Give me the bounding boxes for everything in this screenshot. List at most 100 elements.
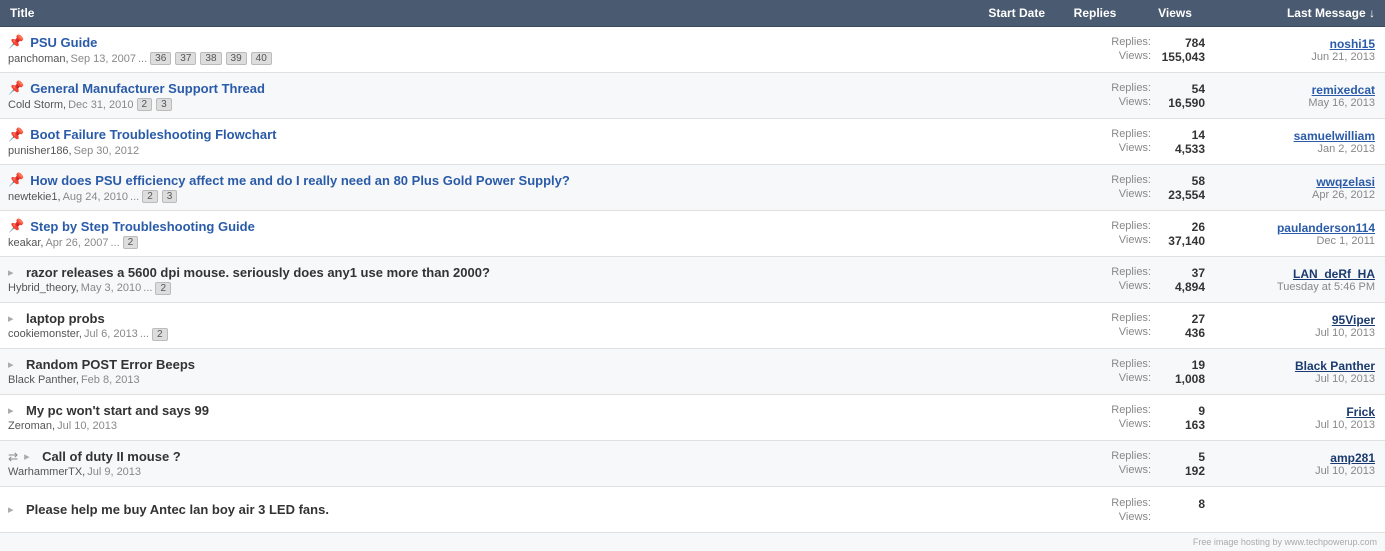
thread-title-link[interactable]: My pc won't start and says 99 <box>26 403 209 418</box>
table-header: Title Start Date Replies Views Last Mess… <box>0 0 1385 27</box>
replies-value: 14 <box>1155 128 1205 142</box>
replies-label: Replies: <box>1111 128 1151 142</box>
arrow-icon: ▸ <box>8 358 20 371</box>
thread-author[interactable]: Hybrid_theory, <box>8 282 79 294</box>
header-start-date: Start Date <box>935 6 1055 20</box>
thread-author[interactable]: Zeroman, <box>8 420 55 432</box>
thread-title-link[interactable]: laptop probs <box>26 311 105 326</box>
thread-title-link[interactable]: Random POST Error Beeps <box>26 357 195 372</box>
row-stats: Replies:8Views: <box>1015 497 1215 523</box>
thread-author[interactable]: Black Panther, <box>8 374 79 386</box>
header-views: Views <box>1135 6 1215 20</box>
row-stats: Replies:54Views:16,590 <box>1015 82 1215 110</box>
row-title-col: 📌Step by Step Troubleshooting Guidekeaka… <box>0 218 1015 249</box>
header-last-message: Last Message ↓ <box>1215 6 1385 20</box>
last-message-user[interactable]: noshi15 <box>1330 37 1375 51</box>
arrow-icon: ▸ <box>8 404 20 417</box>
ellipsis: ... <box>130 191 139 203</box>
page-badge[interactable]: 39 <box>226 52 247 65</box>
page-badge[interactable]: 38 <box>200 52 221 65</box>
row-last-message: Black PantherJul 10, 2013 <box>1215 359 1385 385</box>
arrow-icon: ▸ <box>24 450 36 463</box>
page-badge[interactable]: 3 <box>162 190 178 203</box>
thread-title-link[interactable]: PSU Guide <box>30 35 97 50</box>
last-message-user[interactable]: paulanderson114 <box>1277 221 1375 235</box>
row-last-message: remixedcatMay 16, 2013 <box>1215 83 1385 109</box>
thread-title-link[interactable]: How does PSU efficiency affect me and do… <box>30 173 570 188</box>
row-title-col: ▸My pc won't start and says 99Zeroman,Ju… <box>0 403 1015 432</box>
thread-title-link[interactable]: Call of duty II mouse ? <box>42 449 181 464</box>
thread-author[interactable]: punisher186, <box>8 145 72 157</box>
thread-author[interactable]: keakar, <box>8 237 43 249</box>
table-row: ▸Please help me buy Antec lan boy air 3 … <box>0 487 1385 533</box>
last-message-user[interactable]: amp281 <box>1330 451 1375 465</box>
thread-title-link[interactable]: razor releases a 5600 dpi mouse. serious… <box>26 265 490 280</box>
row-title-col: ▸ Random POST Error Beeps Black Panther,Fe… <box>0 357 1015 386</box>
pin-icon: 📌 <box>8 127 24 143</box>
replies-label: Replies: <box>1111 82 1151 96</box>
last-message-date: Jul 10, 2013 <box>1225 327 1375 339</box>
page-badge[interactable]: 2 <box>142 190 158 203</box>
views-label: Views: <box>1119 372 1151 386</box>
last-message-date: Apr 26, 2012 <box>1225 189 1375 201</box>
thread-author[interactable]: WarhammerTX, <box>8 466 85 478</box>
last-message-user[interactable]: 95Viper <box>1332 313 1375 327</box>
thread-meta: Hybrid_theory,May 3, 2010...2 <box>8 282 1007 295</box>
views-label: Views: <box>1119 511 1151 523</box>
pin-icon: 📌 <box>8 80 24 96</box>
table-row: 📌PSU Guidepanchoman,Sep 13, 2007...36373… <box>0 27 1385 73</box>
thread-title-link[interactable]: Boot Failure Troubleshooting Flowchart <box>30 127 276 142</box>
last-message-user[interactable]: Black Panther <box>1295 359 1375 373</box>
replies-label: Replies: <box>1111 36 1151 50</box>
row-stats: Replies:9Views:163 <box>1015 404 1215 432</box>
replies-label: Replies: <box>1111 450 1151 464</box>
row-title-col: ⇄▸Call of duty II mouse ?WarhammerTX,Jul… <box>0 449 1015 478</box>
page-badge[interactable]: 37 <box>175 52 196 65</box>
views-value: 16,590 <box>1155 96 1205 110</box>
thread-title-link[interactable]: General Manufacturer Support Thread <box>30 81 265 96</box>
page-badge[interactable]: 3 <box>156 98 172 111</box>
thread-title-link[interactable]: Step by Step Troubleshooting Guide <box>30 219 255 234</box>
page-badge[interactable]: 40 <box>251 52 272 65</box>
thread-date: Feb 8, 2013 <box>81 374 140 386</box>
page-badge[interactable]: 2 <box>152 328 168 341</box>
row-stats: Replies:37Views:4,894 <box>1015 266 1215 294</box>
replies-value: 784 <box>1155 36 1205 50</box>
last-message-date: Jun 21, 2013 <box>1225 51 1375 63</box>
table-row: ▸razor releases a 5600 dpi mouse. seriou… <box>0 257 1385 303</box>
thread-author[interactable]: cookiemonster, <box>8 328 82 340</box>
thread-author[interactable]: panchoman, <box>8 53 69 65</box>
replies-value: 54 <box>1155 82 1205 96</box>
thread-date: Sep 30, 2012 <box>74 145 139 157</box>
thread-date: Jul 6, 2013 <box>84 328 138 340</box>
page-badge[interactable]: 2 <box>155 282 171 295</box>
page-badge[interactable]: 36 <box>150 52 171 65</box>
views-label: Views: <box>1119 234 1151 248</box>
page-badge[interactable]: 2 <box>137 98 153 111</box>
last-message-user[interactable]: Frick <box>1346 405 1375 419</box>
row-last-message: samuelwilliamJan 2, 2013 <box>1215 129 1385 155</box>
row-stats: Replies:19Views:1,008 <box>1015 358 1215 386</box>
last-message-user[interactable]: samuelwilliam <box>1294 129 1375 143</box>
replies-label: Replies: <box>1111 174 1151 188</box>
thread-meta: WarhammerTX,Jul 9, 2013 <box>8 466 1007 478</box>
last-message-user[interactable]: wwqzelasi <box>1316 175 1375 189</box>
table-row: 📌 General Manufacturer Support Thread Cold… <box>0 73 1385 119</box>
views-label: Views: <box>1119 326 1151 340</box>
row-title-col: 📌How does PSU efficiency affect me and d… <box>0 172 1015 203</box>
row-title-col: 📌 Boot Failure Troubleshooting Flowchart p… <box>0 127 1015 157</box>
thread-date: Aug 24, 2010 <box>63 191 128 203</box>
last-message-date: Dec 1, 2011 <box>1225 235 1375 247</box>
row-title-col: ▸Please help me buy Antec lan boy air 3 … <box>0 502 1015 517</box>
table-row: ⇄▸Call of duty II mouse ?WarhammerTX,Jul… <box>0 441 1385 487</box>
thread-author[interactable]: Cold Storm, <box>8 99 66 111</box>
last-message-user[interactable]: LAN_deRf_HA <box>1293 267 1375 281</box>
thread-author[interactable]: newtekie1, <box>8 191 61 203</box>
thread-title-link[interactable]: Please help me buy Antec lan boy air 3 L… <box>26 502 329 517</box>
row-stats: Replies:26Views:37,140 <box>1015 220 1215 248</box>
last-message-user[interactable]: remixedcat <box>1312 83 1375 97</box>
thread-meta: Cold Storm,Dec 31, 201023 <box>8 98 1007 111</box>
views-value: 192 <box>1155 464 1205 478</box>
thread-meta: Black Panther,Feb 8, 2013 <box>8 374 1007 386</box>
page-badge[interactable]: 2 <box>123 236 139 249</box>
